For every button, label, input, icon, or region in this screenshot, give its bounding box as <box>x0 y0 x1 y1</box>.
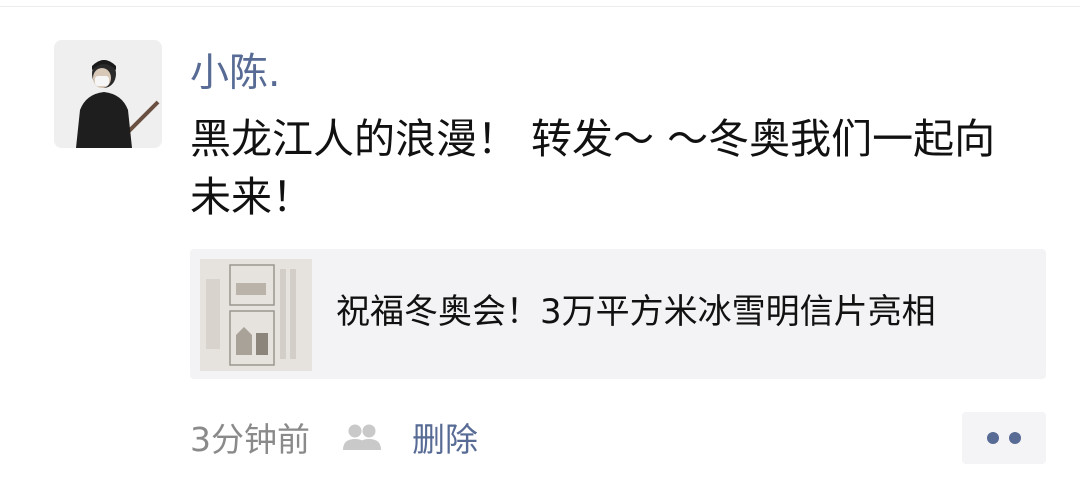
more-dots-icon <box>1009 432 1021 444</box>
moment-post: 小陈. 黑龙江人的浪漫！ 转发～ ～冬奥我们一起向未来！ 祝福冬奥会！3万平方米… <box>0 0 1080 485</box>
delete-button[interactable]: 删除 <box>412 413 478 461</box>
people-icon <box>340 422 384 452</box>
avatar[interactable] <box>54 40 162 148</box>
username[interactable]: 小陈. <box>190 46 280 102</box>
meta-row: 3分钟前 删除 <box>190 410 478 464</box>
timestamp: 3分钟前 <box>190 420 310 459</box>
avatar-photo <box>54 40 162 148</box>
divider <box>0 6 1080 7</box>
share-title: 祝福冬奥会！3万平方米冰雪明信片亮相 <box>336 292 936 332</box>
more-options-button[interactable] <box>962 412 1046 464</box>
post-text: 黑龙江人的浪漫！ 转发～ ～冬奥我们一起向未来！ <box>190 115 996 221</box>
more-dots-icon <box>987 432 999 444</box>
share-thumbnail <box>200 259 312 371</box>
share-card[interactable]: 祝福冬奥会！3万平方米冰雪明信片亮相 <box>190 249 1046 379</box>
